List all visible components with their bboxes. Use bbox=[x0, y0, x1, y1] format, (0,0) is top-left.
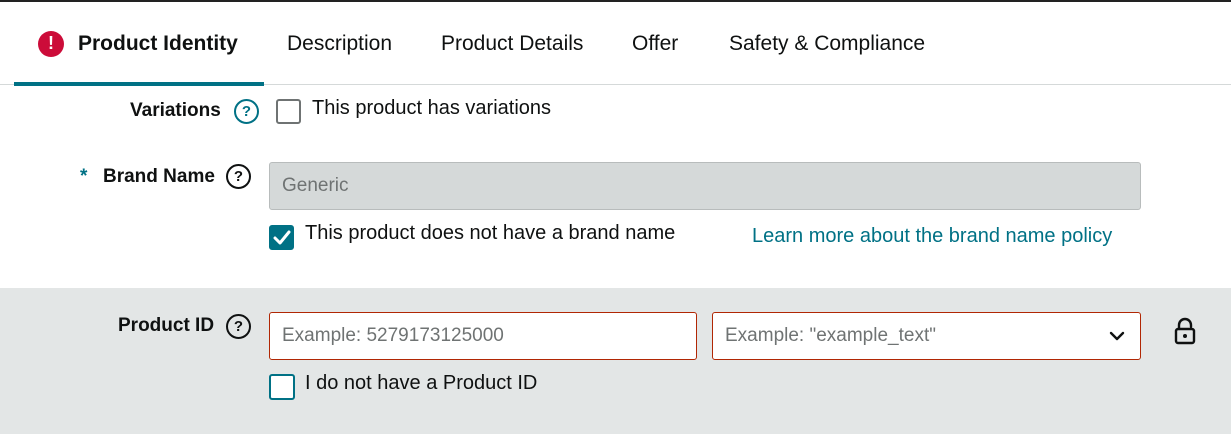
tab-offer[interactable]: Offer bbox=[632, 2, 678, 85]
no-product-id-checkbox[interactable] bbox=[269, 374, 295, 400]
no-product-id-checkbox-label: I do not have a Product ID bbox=[305, 372, 538, 394]
required-marker: * bbox=[80, 166, 88, 187]
brand-name-label: Brand Name bbox=[103, 166, 215, 187]
product-id-placeholder: Example: 5279173125000 bbox=[282, 325, 504, 346]
brand-name-value: Generic bbox=[282, 175, 349, 196]
product-id-input[interactable]: Example: 5279173125000 bbox=[269, 312, 697, 360]
product-id-section bbox=[0, 288, 1231, 434]
variations-checkbox-label: This product has variations bbox=[312, 97, 552, 119]
tab-label: Product Identity bbox=[78, 31, 238, 55]
tab-product-identity[interactable]: ! Product Identity bbox=[14, 2, 264, 86]
tab-safety-compliance[interactable]: Safety & Compliance bbox=[729, 2, 925, 85]
product-id-label: Product ID bbox=[118, 315, 215, 336]
question-circle-icon[interactable]: ? bbox=[226, 164, 251, 189]
tab-description[interactable]: Description bbox=[287, 2, 392, 85]
question-circle-icon[interactable]: ? bbox=[226, 314, 251, 339]
question-circle-icon[interactable]: ? bbox=[234, 99, 259, 124]
brand-name-input[interactable]: Generic bbox=[269, 162, 1141, 210]
lock-icon[interactable] bbox=[1173, 317, 1197, 345]
tab-label: Safety & Compliance bbox=[729, 31, 926, 55]
product-id-type-select[interactable]: Example: "example_text" bbox=[712, 312, 1141, 360]
no-brand-checkbox[interactable] bbox=[269, 225, 294, 250]
bottom-strip bbox=[0, 434, 1231, 442]
variations-checkbox[interactable] bbox=[276, 99, 301, 124]
variations-label: Variations bbox=[130, 100, 221, 121]
brand-policy-link[interactable]: Learn more about the brand name policy bbox=[752, 225, 1112, 248]
checkmark-icon bbox=[273, 230, 291, 245]
product-id-type-placeholder: Example: "example_text" bbox=[725, 325, 936, 346]
exclamation-circle-icon: ! bbox=[38, 30, 64, 57]
no-brand-checkbox-label: This product does not have a brand name bbox=[305, 222, 676, 244]
tab-label: Description bbox=[287, 31, 393, 55]
active-tab-indicator bbox=[14, 82, 264, 86]
tab-bar: ! Product Identity Description Product D… bbox=[0, 2, 1231, 86]
tab-label: Offer bbox=[632, 31, 679, 55]
tab-product-details[interactable]: Product Details bbox=[441, 2, 583, 85]
chevron-down-icon bbox=[1109, 331, 1125, 341]
tab-label: Product Details bbox=[441, 31, 584, 55]
